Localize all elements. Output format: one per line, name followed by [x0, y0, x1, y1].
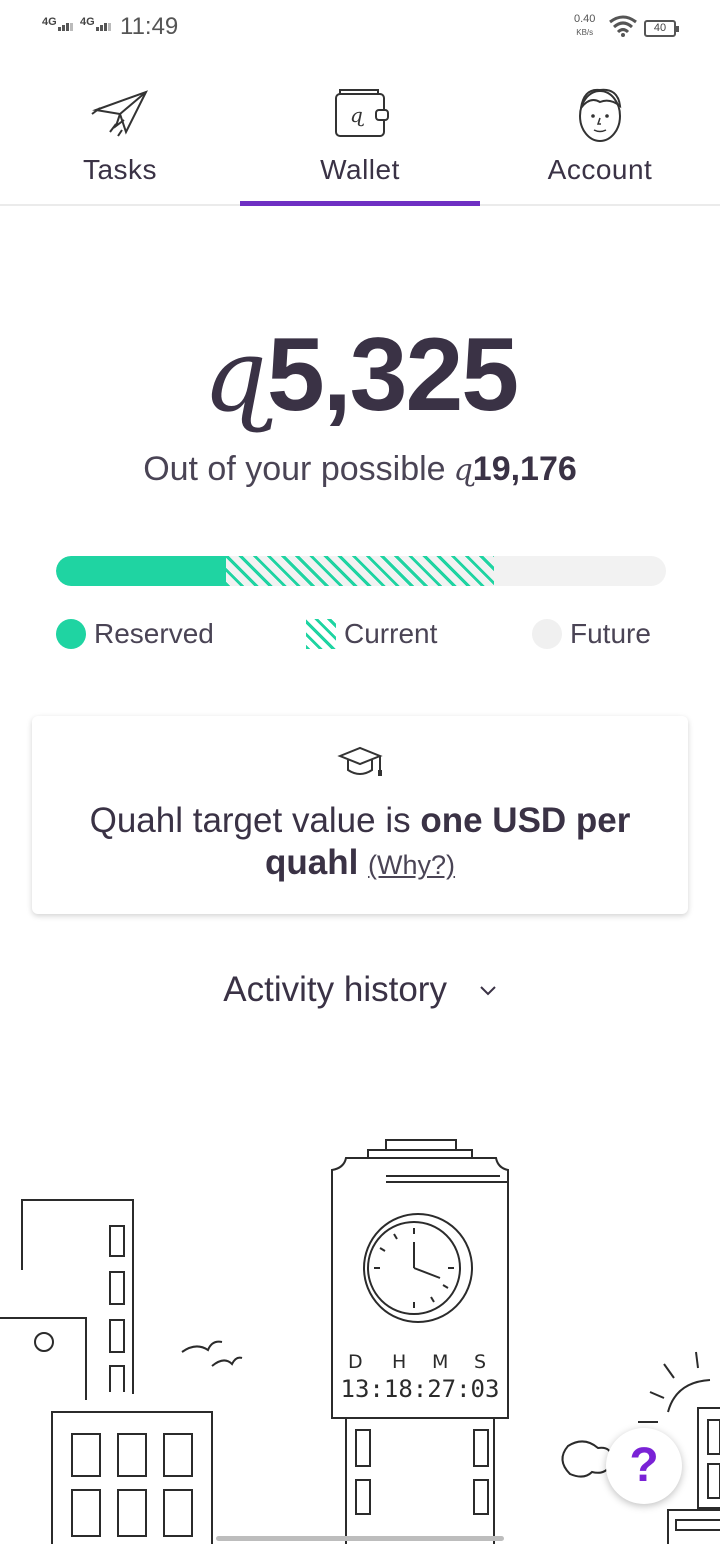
tab-account[interactable]: Account [480, 72, 720, 206]
chevron-down-icon [479, 986, 496, 996]
legend-current: Current [306, 616, 437, 652]
active-tab-indicator [240, 201, 480, 206]
graduation-cap-icon [337, 746, 383, 776]
home-indicator[interactable] [216, 1536, 504, 1541]
speed-unit: KB/s [576, 28, 594, 37]
signal-1: 4G [42, 16, 74, 31]
status-time: 11:49 [120, 13, 179, 40]
tab-wallet-label: Wallet [320, 154, 400, 185]
help-button[interactable]: ? [606, 1428, 682, 1504]
clock-label-s: S [474, 1351, 486, 1373]
activity-history-toggle[interactable]: Activity history [0, 970, 720, 1010]
earnings-progress-bar [56, 556, 666, 586]
legend-future: Future [532, 616, 651, 652]
quahl-symbol: ɋ [202, 317, 267, 434]
countdown-timer: 13:18:27:03 [341, 1375, 500, 1403]
signal-2-label: 4G [80, 16, 95, 28]
tab-tasks-label: Tasks [82, 154, 158, 185]
battery-icon: 40 [644, 20, 679, 37]
legend-current-label: Current [344, 618, 438, 649]
balance-value: 5,325 [266, 317, 519, 433]
progress-reserved [56, 556, 226, 586]
activity-history-label: Activity history [223, 970, 447, 1009]
wifi-icon [609, 15, 637, 37]
top-tab-bar: Tasks ɋ Wallet Account [0, 72, 720, 206]
status-bar: 4G 4G 11:49 0.40 KB/s 40 [0, 0, 720, 56]
why-link[interactable]: (Why?) [368, 850, 455, 880]
reserved-dot-icon [56, 619, 86, 649]
tab-account-label: Account [547, 154, 653, 185]
signal-bars-icon [57, 19, 74, 31]
signal-bars-icon [95, 19, 112, 31]
clock-label-m: M [432, 1351, 448, 1373]
wallet-balance: ɋ5,325 [0, 316, 720, 435]
possible-total: Out of your possible ɋ19,176 [0, 450, 720, 489]
paper-plane-icon [91, 90, 149, 137]
legend-future-label: Future [570, 618, 651, 649]
svg-text:ɋ: ɋ [350, 103, 364, 127]
possible-value: 19,176 [472, 450, 577, 488]
signal-2: 4G [80, 16, 112, 31]
quahl-symbol-small: ɋ [453, 453, 473, 488]
clock-label-d: D [348, 1351, 363, 1373]
current-stripes-icon [306, 619, 336, 649]
info-text-prefix: Quahl target value is [89, 801, 421, 840]
legend-reserved-label: Reserved [94, 618, 214, 649]
quahl-info-card: Quahl target value is one USD per quahl … [32, 716, 688, 914]
clock-label-h: H [392, 1351, 406, 1373]
tab-tasks[interactable]: Tasks [0, 72, 240, 206]
progress-current [226, 556, 494, 586]
speed-value: 0.40 [574, 13, 596, 25]
possible-prefix: Out of your possible [143, 450, 446, 488]
future-dot-icon [532, 619, 562, 649]
signal-1-label: 4G [42, 16, 57, 28]
legend-reserved: Reserved [56, 616, 214, 652]
tab-wallet[interactable]: ɋ Wallet [240, 72, 480, 206]
wallet-icon: ɋ [335, 89, 389, 137]
network-speed: 0.40 KB/s [574, 12, 595, 40]
face-icon [579, 88, 622, 142]
quahl-info-text: Quahl target value is one USD per quahl … [52, 800, 668, 886]
